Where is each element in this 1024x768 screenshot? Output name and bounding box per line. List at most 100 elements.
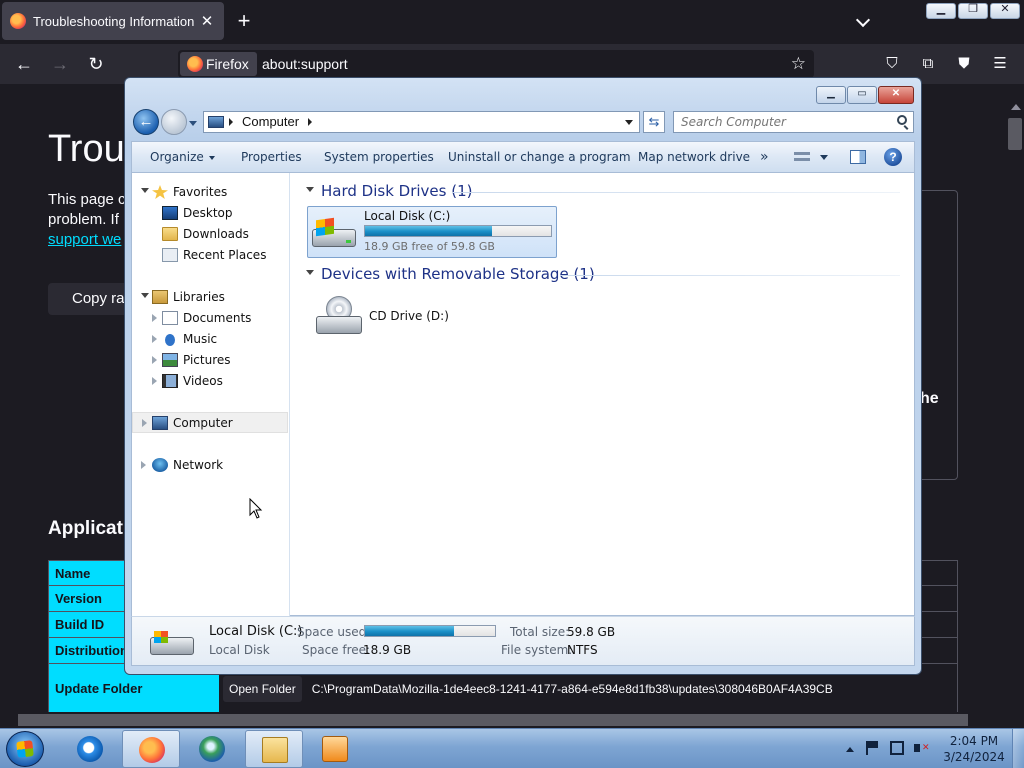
explorer-window: ▁ ▭ ✕ ← Computer ⇆ Organize Properties S…: [124, 77, 922, 675]
expanded-arrow-icon[interactable]: [141, 293, 149, 298]
system-properties-button[interactable]: System properties: [324, 142, 434, 172]
nav-item-network[interactable]: Network: [132, 455, 288, 476]
start-button[interactable]: [6, 731, 44, 767]
hamburger-menu-icon[interactable]: ☰: [990, 54, 1010, 74]
drive-local-disk-c[interactable]: Local Disk (C:) 18.9 GB free of 59.8 GB: [307, 206, 557, 258]
address-bar[interactable]: Computer: [203, 111, 640, 133]
nav-item-computer[interactable]: Computer: [132, 412, 288, 433]
new-tab-button[interactable]: +: [232, 10, 256, 34]
media-player-icon: [322, 736, 348, 762]
collapsed-arrow-icon[interactable]: [152, 377, 157, 385]
nav-label: Desktop: [183, 206, 233, 220]
explorer-maximize-button[interactable]: ▭: [847, 86, 877, 104]
collapsed-arrow-icon[interactable]: [142, 419, 147, 427]
taskbar-internet-explorer[interactable]: [61, 730, 119, 768]
forward-button[interactable]: →: [47, 52, 73, 76]
list-all-tabs-button[interactable]: [854, 12, 874, 32]
horizontal-scroll-thumb[interactable]: [18, 714, 968, 726]
preview-pane-icon[interactable]: [850, 150, 866, 164]
total-size-label: Total size:: [510, 625, 570, 639]
group-collapse-arrow-icon[interactable]: [306, 187, 314, 192]
view-options-dropdown-icon[interactable]: [820, 155, 828, 160]
url-text[interactable]: about:support: [262, 50, 348, 78]
scroll-thumb[interactable]: [1008, 118, 1022, 150]
nav-item-videos[interactable]: Videos: [132, 371, 288, 392]
scroll-up-arrow-icon[interactable]: [1011, 104, 1021, 110]
taskbar-firefox[interactable]: [122, 730, 180, 768]
search-input[interactable]: [674, 112, 884, 132]
nav-item-desktop[interactable]: Desktop: [132, 203, 288, 224]
collapsed-arrow-icon[interactable]: [152, 356, 157, 364]
group-header-hard-disk-drives[interactable]: Hard Disk Drives (1): [306, 182, 472, 200]
system-clock[interactable]: 2:04 PM 3/24/2024: [938, 733, 1010, 765]
show-desktop-button[interactable]: [1012, 729, 1024, 768]
nav-item-pictures[interactable]: Pictures: [132, 350, 288, 371]
explorer-forward-button[interactable]: [161, 109, 187, 135]
computer-icon: [208, 116, 224, 128]
expanded-arrow-icon[interactable]: [141, 188, 149, 193]
uninstall-program-button[interactable]: Uninstall or change a program: [448, 142, 631, 172]
browser-close-button[interactable]: ✕: [990, 3, 1020, 19]
tab-troubleshooting[interactable]: Troubleshooting Information ✕: [2, 2, 224, 40]
browser-restore-button[interactable]: ❐: [958, 3, 988, 19]
space-free-label: Space free:: [302, 643, 371, 657]
network-status-icon[interactable]: [890, 741, 904, 755]
videos-film-icon: [162, 374, 178, 388]
taskbar-browser-globe[interactable]: [183, 730, 241, 768]
page-vertical-scrollbar[interactable]: [1006, 100, 1024, 712]
url-bar[interactable]: Firefox about:support ☆: [178, 50, 814, 78]
address-dropdown-icon[interactable]: [625, 120, 633, 125]
nav-item-favorites[interactable]: Favorites: [132, 182, 288, 203]
details-pane: Local Disk (C:) Local Disk Space used: S…: [131, 616, 915, 666]
change-view-icon[interactable]: [794, 150, 810, 164]
taskbar-windows-explorer[interactable]: [245, 730, 303, 768]
collapsed-arrow-icon[interactable]: [141, 461, 146, 469]
nav-item-documents[interactable]: Documents: [132, 308, 288, 329]
explorer-close-button[interactable]: ✕: [878, 86, 914, 104]
refresh-button[interactable]: ⇆: [643, 111, 665, 133]
nav-item-libraries[interactable]: Libraries: [132, 287, 288, 308]
nav-item-downloads[interactable]: Downloads: [132, 224, 288, 245]
more-commands-button[interactable]: »: [760, 142, 769, 172]
show-hidden-icons-arrow-icon[interactable]: [846, 747, 854, 752]
ublock-shield-icon[interactable]: ⛊: [954, 54, 974, 74]
volume-muted-icon[interactable]: [914, 741, 930, 755]
back-button[interactable]: ←: [11, 52, 37, 76]
taskbar-media-player[interactable]: [306, 730, 364, 768]
reload-button[interactable]: ↻: [83, 52, 109, 76]
breadcrumb-computer[interactable]: Computer: [242, 112, 299, 132]
tab-close-icon[interactable]: ✕: [198, 12, 216, 30]
browser-minimize-button[interactable]: ▁: [926, 3, 956, 19]
breadcrumb-separator-icon[interactable]: [308, 118, 312, 126]
nav-item-recent-places[interactable]: Recent Places: [132, 245, 288, 266]
organize-menu[interactable]: Organize: [150, 142, 215, 172]
explorer-minimize-button[interactable]: ▁: [816, 86, 846, 104]
pocket-icon[interactable]: ⛉: [882, 54, 902, 74]
explorer-back-button[interactable]: ←: [133, 109, 159, 135]
drive-body: [316, 316, 362, 334]
search-box[interactable]: [673, 111, 914, 133]
nav-item-music[interactable]: Music: [132, 329, 288, 350]
identity-box[interactable]: Firefox: [180, 52, 257, 76]
extensions-icon[interactable]: ⧉: [918, 54, 938, 74]
bookmark-star-icon[interactable]: ☆: [791, 54, 806, 74]
map-network-drive-button[interactable]: Map network drive: [638, 142, 750, 172]
breadcrumb-separator-icon[interactable]: [229, 118, 233, 126]
properties-button[interactable]: Properties: [241, 142, 302, 172]
group-collapse-arrow-icon[interactable]: [306, 270, 314, 275]
hard-drive-icon: [312, 217, 356, 249]
page-horizontal-scrollbar[interactable]: [0, 712, 1024, 728]
group-header-removable-storage[interactable]: Devices with Removable Storage (1): [306, 265, 595, 283]
open-folder-button[interactable]: Open Folder: [223, 675, 302, 702]
cd-drive-icon: [316, 296, 362, 338]
windows-flag-icon: [316, 217, 334, 237]
action-center-flag-icon[interactable]: [866, 741, 880, 755]
recent-pages-dropdown-icon[interactable]: [189, 121, 197, 126]
collapsed-arrow-icon[interactable]: [152, 335, 157, 343]
collapsed-arrow-icon[interactable]: [152, 314, 157, 322]
help-icon[interactable]: ?: [884, 148, 902, 166]
explorer-folder-icon: [262, 737, 288, 763]
search-icon[interactable]: [897, 115, 907, 125]
drive-name: CD Drive (D:): [369, 309, 449, 323]
recent-places-icon: [162, 248, 178, 262]
